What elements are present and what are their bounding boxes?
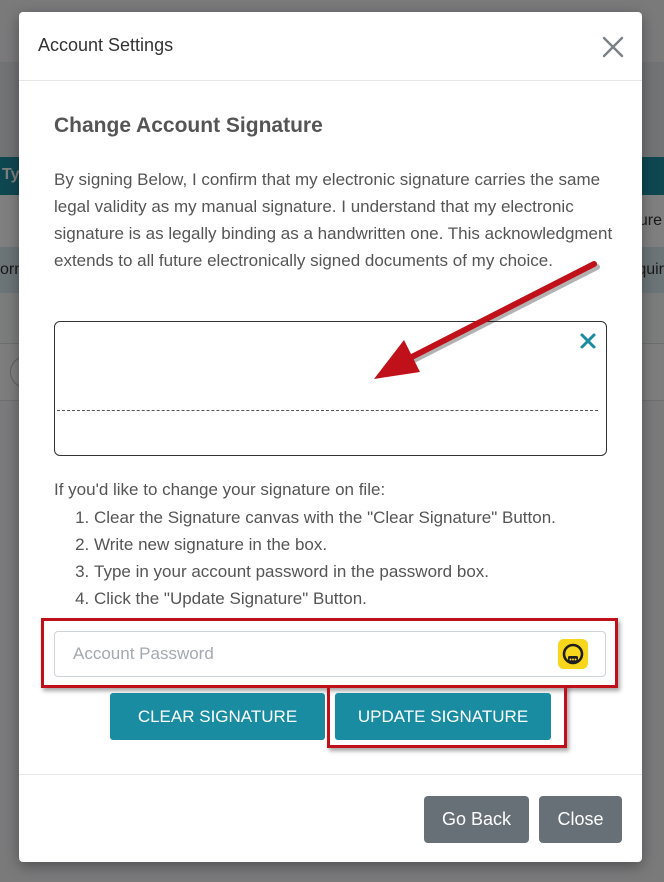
modal-header: Account Settings: [19, 12, 642, 81]
account-password-input[interactable]: [54, 631, 606, 677]
signature-baseline: [57, 410, 598, 411]
signature-canvas[interactable]: [54, 321, 607, 456]
modal-footer-divider: [19, 774, 642, 775]
clear-canvas-icon[interactable]: [579, 332, 597, 350]
instructions-intro: If you'd like to change your signature o…: [54, 480, 386, 499]
instruction-step: Type in your account password in the pas…: [94, 558, 556, 585]
clear-signature-button[interactable]: CLEAR SIGNATURE: [110, 693, 325, 740]
instruction-step: Click the "Update Signature" Button.: [94, 585, 556, 612]
close-button[interactable]: Close: [539, 796, 622, 843]
instructions-list: Clear the Signature canvas with the "Cle…: [54, 504, 556, 612]
instruction-step: Clear the Signature canvas with the "Cle…: [94, 504, 556, 531]
account-settings-modal: Account Settings Change Account Signatur…: [19, 12, 642, 862]
go-back-button[interactable]: Go Back: [424, 796, 529, 843]
instruction-step: Write new signature in the box.: [94, 531, 556, 558]
section-title: Change Account Signature: [54, 114, 323, 137]
password-manager-icon[interactable]: [558, 639, 588, 669]
update-signature-button[interactable]: UPDATE SIGNATURE: [335, 693, 551, 740]
modal-title: Account Settings: [38, 35, 174, 55]
signature-disclaimer-text: By signing Below, I confirm that my elec…: [54, 170, 613, 270]
close-icon[interactable]: [599, 33, 627, 61]
